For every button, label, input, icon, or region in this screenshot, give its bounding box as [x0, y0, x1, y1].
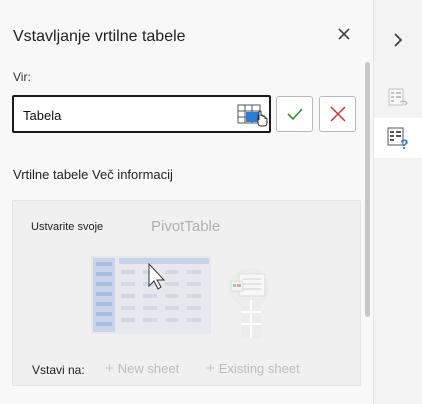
recommended-pivot-icon: [388, 88, 408, 106]
pivot-help-icon: ?: [387, 127, 409, 151]
chevron-right-icon: [394, 33, 403, 47]
close-icon: [338, 28, 350, 40]
recommended-pivot-button[interactable]: [374, 78, 422, 118]
select-range-icon[interactable]: [237, 103, 269, 127]
new-sheet-option[interactable]: + New sheet: [105, 361, 179, 376]
side-rail: ?: [374, 0, 422, 404]
pivot-illustration: [91, 256, 269, 338]
pivottable-label: PivotTable: [151, 218, 221, 235]
x-icon: [329, 106, 346, 122]
plus-icon: +: [206, 360, 215, 377]
close-button[interactable]: [334, 24, 354, 44]
plus-icon: +: [105, 360, 114, 377]
insert-to-label: Vstavi na:: [32, 363, 85, 377]
confirm-button[interactable]: [276, 96, 313, 132]
insert-pivot-pane: Vstavljanje vrtilne tabele Vir: Tabela V…: [0, 0, 374, 404]
section-title: Vrtilne tabele Več informacij: [13, 167, 173, 182]
source-value: Tabela: [23, 108, 62, 123]
existing-sheet-label: Existing sheet: [218, 361, 300, 376]
existing-sheet-option[interactable]: + Existing sheet: [206, 361, 300, 376]
pivot-help-button[interactable]: ?: [374, 118, 422, 158]
source-label: Vir:: [13, 70, 31, 84]
new-sheet-label: New sheet: [117, 361, 180, 376]
cancel-button[interactable]: [319, 96, 356, 132]
svg-text:?: ?: [400, 136, 409, 151]
checkmark-icon: [286, 108, 303, 121]
collapse-button[interactable]: [374, 20, 422, 60]
pane-title: Vstavljanje vrtilne tabele: [13, 28, 186, 45]
source-input[interactable]: Tabela: [12, 95, 271, 133]
create-pivot-card[interactable]: Ustvarite svoje PivotTable Vstavi na: + …: [12, 200, 361, 386]
create-own-label: Ustvarite svoje: [31, 221, 104, 233]
pane-scrollbar[interactable]: [365, 62, 370, 317]
